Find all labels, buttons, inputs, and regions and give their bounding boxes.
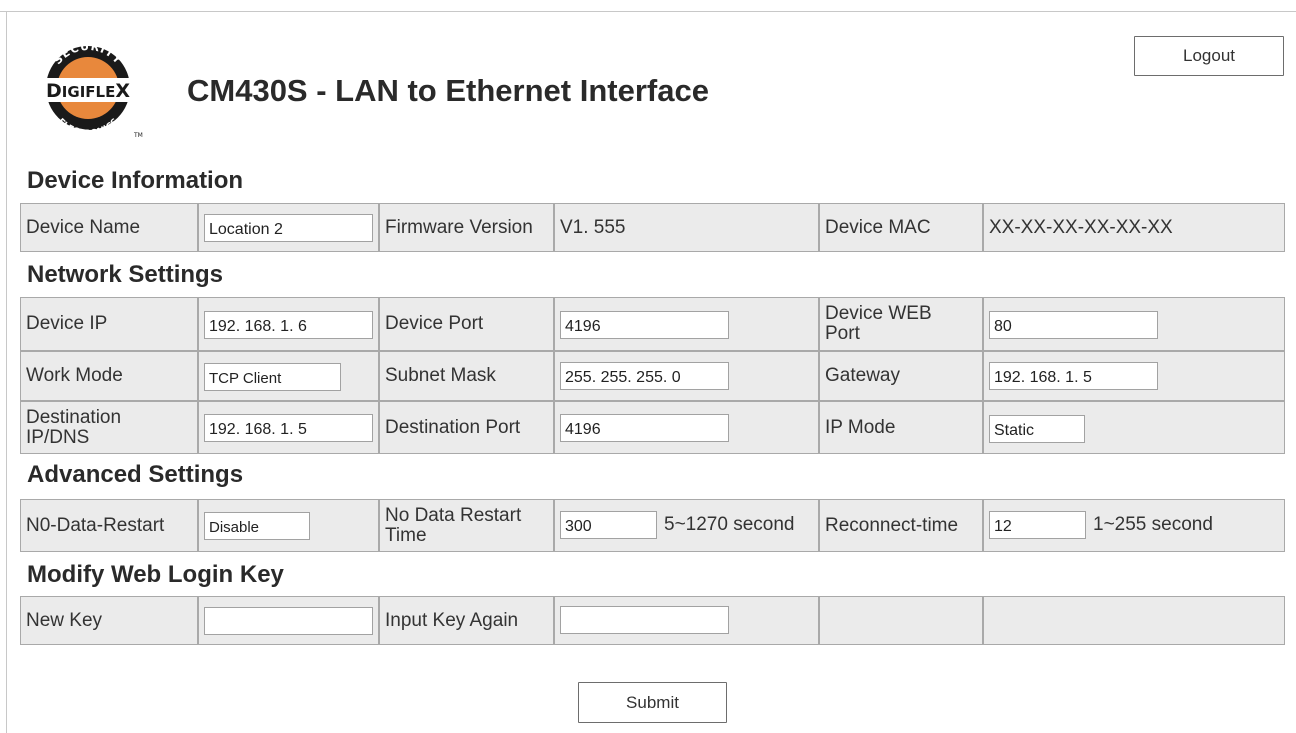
work-mode-select[interactable]: TCP Client: [204, 363, 341, 391]
network-row-3: Destination IP/DNS 192. 168. 1. 5 Destin…: [20, 401, 1285, 454]
device-ip-cell: 192. 168. 1. 6: [198, 297, 379, 351]
device-info-row: Device Name Location 2 Firmware Version …: [20, 203, 1285, 252]
key-again-input[interactable]: [560, 606, 729, 634]
device-port-label: Device Port: [379, 297, 554, 351]
restart-time-cell: 300 5~1270 second: [554, 499, 819, 552]
dest-port-label: Destination Port: [379, 401, 554, 454]
svg-text:DIGIFLEX: DIGIFLEX: [46, 80, 130, 102]
reconnect-input[interactable]: 12: [989, 511, 1086, 539]
dest-ip-cell: 192. 168. 1. 5: [198, 401, 379, 454]
dest-ip-input[interactable]: 192. 168. 1. 5: [204, 414, 373, 442]
submit-button[interactable]: Submit: [578, 682, 727, 723]
mac-label: Device MAC: [819, 203, 983, 252]
ip-mode-select[interactable]: Static: [989, 415, 1085, 443]
restart-time-input[interactable]: 300: [560, 511, 657, 539]
ip-mode-label: IP Mode: [819, 401, 983, 454]
company-logo: SECURITY ELECTRONICS DIGIFLEX TM: [26, 36, 150, 142]
device-name-input[interactable]: Location 2: [204, 214, 373, 242]
key-again-label: Input Key Again: [379, 596, 554, 645]
login-key-row: New Key Input Key Again: [20, 596, 1285, 645]
restart-time-label: No Data Restart Time: [379, 499, 554, 552]
restart-time-range: 5~1270 second: [664, 514, 795, 535]
empty-cell-1: [819, 596, 983, 645]
gateway-input[interactable]: 192. 168. 1. 5: [989, 362, 1158, 390]
web-port-input[interactable]: 80: [989, 311, 1158, 339]
subnet-cell: 255. 255. 255. 0: [554, 351, 819, 401]
gateway-cell: 192. 168. 1. 5: [983, 351, 1285, 401]
web-port-label: Device WEB Port: [819, 297, 983, 351]
web-port-cell: 80: [983, 297, 1285, 351]
work-mode-label: Work Mode: [20, 351, 198, 401]
empty-cell-2: [983, 596, 1285, 645]
section-title-network: Network Settings: [27, 261, 224, 288]
svg-text:TM: TM: [133, 132, 143, 139]
section-title-login-key: Modify Web Login Key: [27, 561, 284, 588]
advanced-row: N0-Data-Restart Disable No Data Restart …: [20, 499, 1285, 552]
section-title-device-info: Device Information: [27, 167, 244, 194]
reconnect-range: 1~255 second: [1093, 514, 1213, 535]
ip-mode-cell: Static: [983, 401, 1285, 454]
new-key-cell: [198, 596, 379, 645]
device-port-input[interactable]: 4196: [560, 311, 729, 339]
firmware-value: V1. 555: [554, 203, 819, 252]
key-again-cell: [554, 596, 819, 645]
device-ip-label: Device IP: [20, 297, 198, 351]
no-data-restart-cell: Disable: [198, 499, 379, 552]
dest-port-input[interactable]: 4196: [560, 414, 729, 442]
device-name-cell: Location 2: [198, 203, 379, 252]
frame-left-border: [6, 11, 7, 733]
logout-button[interactable]: Logout: [1134, 36, 1284, 76]
new-key-label: New Key: [20, 596, 198, 645]
no-data-restart-label: N0-Data-Restart: [20, 499, 198, 552]
firmware-label: Firmware Version: [379, 203, 554, 252]
gateway-label: Gateway: [819, 351, 983, 401]
device-port-cell: 4196: [554, 297, 819, 351]
dest-port-cell: 4196: [554, 401, 819, 454]
page-title: CM430S - LAN to Ethernet Interface: [187, 73, 709, 108]
dest-ip-label: Destination IP/DNS: [20, 401, 198, 454]
network-row-2: Work Mode TCP Client Subnet Mask 255. 25…: [20, 351, 1285, 401]
work-mode-cell: TCP Client: [198, 351, 379, 401]
new-key-input[interactable]: [204, 607, 373, 635]
reconnect-cell: 12 1~255 second: [983, 499, 1285, 552]
no-data-restart-select[interactable]: Disable: [204, 512, 310, 540]
subnet-input[interactable]: 255. 255. 255. 0: [560, 362, 729, 390]
subnet-label: Subnet Mask: [379, 351, 554, 401]
frame-top-border: [0, 11, 1296, 12]
reconnect-label: Reconnect-time: [819, 499, 983, 552]
device-name-label: Device Name: [20, 203, 198, 252]
device-ip-input[interactable]: 192. 168. 1. 6: [204, 311, 373, 339]
section-title-advanced: Advanced Settings: [27, 461, 244, 488]
mac-value: XX-XX-XX-XX-XX-XX: [983, 203, 1285, 252]
network-row-1: Device IP 192. 168. 1. 6 Device Port 419…: [20, 297, 1285, 351]
